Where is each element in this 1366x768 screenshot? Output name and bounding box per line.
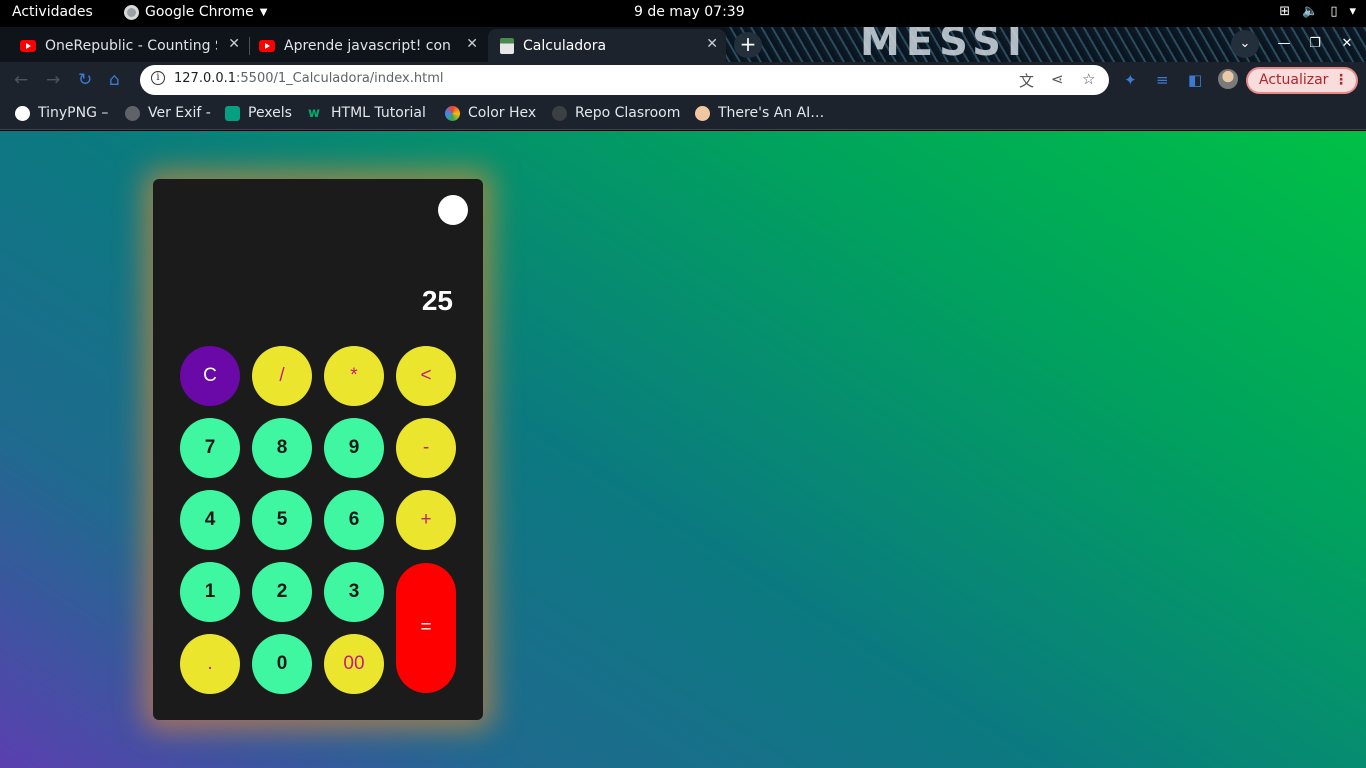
minus-button[interactable]: -	[396, 418, 456, 478]
youtube-icon	[259, 39, 275, 52]
bookmark-ver-exif[interactable]: Ver Exif -	[125, 105, 211, 121]
profile-avatar[interactable]	[1218, 69, 1238, 89]
tab-strip: MESSI OneRepublic - Counting S ✕ Aprende…	[0, 27, 1366, 62]
digit-2-button[interactable]: 2	[252, 562, 312, 622]
address-bar[interactable]: i 127.0.0.1:5500/1_Calculadora/index.htm…	[140, 65, 1109, 95]
digit-7-button[interactable]: 7	[180, 418, 240, 478]
close-icon[interactable]: ✕	[466, 36, 478, 52]
panda-icon	[15, 105, 30, 121]
pexels-icon	[225, 105, 240, 121]
url-text[interactable]: 127.0.0.1:5500/1_Calculadora/index.html	[174, 71, 443, 86]
system-tray[interactable]: ⊞ 🔈 ▯ ▾	[1279, 4, 1356, 19]
calculator-icon	[500, 37, 514, 54]
extensions-icon[interactable]: ✦	[1124, 71, 1137, 89]
bookmark-label: Repo Clasroom	[575, 105, 681, 121]
tab-label: OneRepublic - Counting S	[45, 37, 217, 54]
bookmark-label: HTML Tutorial	[331, 105, 426, 121]
digit-4-button[interactable]: 4	[180, 490, 240, 550]
bookmark-label: Color Hex	[468, 105, 537, 121]
share-icon[interactable]: ⋖	[1051, 70, 1064, 88]
system-top-bar: Actividades Google Chrome ▼ 9 de may 07:…	[0, 0, 1366, 27]
tab-calculadora[interactable]: Calculadora ✕	[488, 29, 726, 62]
maximize-button[interactable]: ❐	[1301, 30, 1329, 58]
clear-button[interactable]: C	[180, 346, 240, 406]
w3schools-icon: w	[308, 105, 321, 121]
url-host: 127.0.0.1	[174, 71, 237, 86]
home-icon[interactable]: ⌂	[109, 70, 120, 90]
backspace-button[interactable]: <	[396, 346, 456, 406]
triangle-down-icon: ▼	[259, 6, 268, 18]
minimize-button[interactable]: —	[1270, 30, 1298, 58]
divide-button[interactable]: /	[252, 346, 312, 406]
flex-arm-icon	[695, 105, 710, 121]
bookmarks-bar: TinyPNG – Ver Exif - Pexels w HTML Tutor…	[0, 98, 1366, 130]
github-icon	[552, 105, 567, 121]
forward-arrow-icon[interactable]: →	[46, 70, 60, 90]
close-icon[interactable]: ✕	[706, 36, 718, 52]
multiply-button[interactable]: *	[324, 346, 384, 406]
decimal-button[interactable]: .	[180, 634, 240, 694]
chrome-icon	[124, 4, 139, 20]
tab-search-button[interactable]: ⌄	[1231, 30, 1259, 58]
digit-5-button[interactable]: 5	[252, 490, 312, 550]
browser-toolbar: ← → ↻ ⌂ i 127.0.0.1:5500/1_Calculadora/i…	[0, 62, 1366, 98]
window-close-button[interactable]: ✕	[1333, 30, 1361, 58]
page-viewport: 25 C / * < 7 8 9 - 4 5 6 + 1 2 3 = . 0 0…	[0, 131, 1366, 768]
battery-icon: ▯	[1330, 4, 1338, 19]
bookmark-label: Ver Exif -	[148, 105, 211, 121]
bookmark-tinypng[interactable]: TinyPNG –	[15, 105, 108, 121]
activities-button[interactable]: Actividades	[12, 4, 93, 20]
tab-label: Aprende javascript! con 5	[284, 37, 456, 54]
equals-button[interactable]: =	[396, 563, 456, 693]
clock[interactable]: 9 de may 07:39	[634, 4, 745, 20]
translate-icon[interactable]: 文	[1019, 70, 1034, 91]
tab-label: Calculadora	[523, 37, 607, 54]
volume-icon: 🔈	[1302, 4, 1319, 19]
plus-button[interactable]: +	[396, 490, 456, 550]
more-menu-icon[interactable]: ⋮	[1334, 69, 1348, 92]
double-zero-button[interactable]: 00	[324, 634, 384, 694]
bookmark-label: There's An AI…	[718, 105, 825, 121]
digit-3-button[interactable]: 3	[324, 562, 384, 622]
side-panel-icon[interactable]: ◧	[1188, 71, 1202, 89]
bookmark-theres-an-ai[interactable]: There's An AI…	[695, 105, 824, 121]
color-wheel-icon	[445, 105, 460, 121]
banner-text: MESSI	[860, 27, 1028, 62]
theme-toggle[interactable]	[438, 195, 468, 225]
chevron-down-icon: ▾	[1349, 4, 1356, 19]
update-button[interactable]: Actualizar ⋮	[1246, 67, 1358, 94]
digit-1-button[interactable]: 1	[180, 562, 240, 622]
calculator-display: 25	[421, 285, 453, 316]
network-icon: ⊞	[1279, 4, 1291, 19]
tab-aprende-javascript[interactable]: Aprende javascript! con 5 ✕	[250, 29, 486, 62]
bookmark-repo-clasroom[interactable]: Repo Clasroom	[552, 105, 680, 121]
bookmark-html-tutorial[interactable]: w HTML Tutorial	[308, 105, 426, 121]
digit-0-button[interactable]: 0	[252, 634, 312, 694]
app-name: Google Chrome	[145, 4, 254, 20]
back-arrow-icon[interactable]: ←	[14, 70, 28, 90]
tab-onerepublic[interactable]: OneRepublic - Counting S ✕	[8, 29, 248, 62]
app-menu[interactable]: Google Chrome ▼	[124, 4, 267, 20]
youtube-icon	[20, 39, 36, 52]
bookmark-label: Pexels	[248, 105, 292, 121]
digit-6-button[interactable]: 6	[324, 490, 384, 550]
digit-9-button[interactable]: 9	[324, 418, 384, 478]
bookmark-pexels[interactable]: Pexels	[225, 105, 292, 121]
digit-8-button[interactable]: 8	[252, 418, 312, 478]
info-icon[interactable]: i	[151, 71, 165, 85]
url-path: :5500/1_Calculadora/index.html	[236, 71, 444, 86]
bookmark-color-hex[interactable]: Color Hex	[445, 105, 536, 121]
new-tab-button[interactable]: +	[734, 32, 762, 58]
reading-list-icon[interactable]: ≡	[1156, 71, 1169, 89]
reload-icon[interactable]: ↻	[78, 70, 92, 90]
update-label: Actualizar	[1259, 72, 1329, 88]
calculator: 25 C / * < 7 8 9 - 4 5 6 + 1 2 3 = . 0 0…	[153, 179, 483, 720]
globe-icon	[125, 105, 140, 121]
bookmark-label: TinyPNG –	[38, 105, 109, 121]
close-icon[interactable]: ✕	[228, 36, 240, 52]
bookmark-star-icon[interactable]: ☆	[1082, 70, 1095, 88]
